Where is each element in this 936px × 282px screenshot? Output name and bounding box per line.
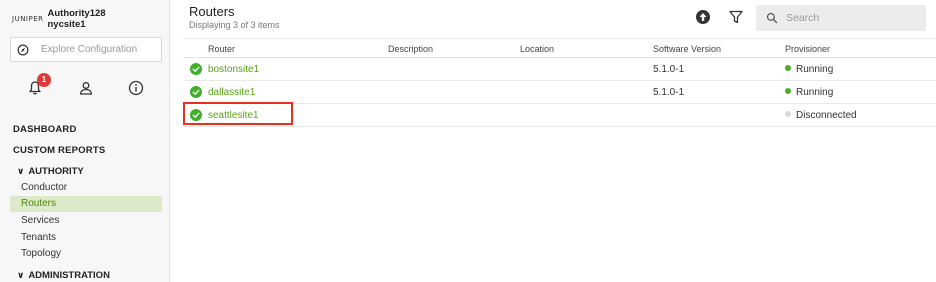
provisioner-status: Running	[785, 87, 833, 98]
provisioner-status: Disconnected	[785, 110, 857, 121]
check-circle-icon	[190, 109, 202, 121]
routers-table: Router Description Location Software Ver…	[183, 38, 936, 127]
user-icon[interactable]	[78, 80, 94, 96]
brand-text: Authority128 nycsite1	[48, 8, 106, 30]
column-header-description[interactable]: Description	[388, 44, 433, 54]
upload-icon[interactable]	[695, 9, 711, 25]
sidebar-item-conductor[interactable]: Conductor	[10, 180, 162, 196]
sidebar: JUNIPER Authority128 nycsite1 Explore Co…	[0, 0, 170, 282]
chevron-down-icon: ∨	[17, 166, 25, 176]
table-row[interactable]: seattlesite1 Disconnected	[183, 102, 936, 127]
status-dot-disconnected	[785, 111, 791, 117]
software-version: 5.1.0-1	[653, 87, 685, 98]
status-text: Running	[796, 87, 834, 98]
sidebar-item-tenants[interactable]: Tenants	[10, 230, 162, 246]
brand: JUNIPER Authority128 nycsite1	[12, 8, 106, 30]
table-row[interactable]: dallassite1 5.1.0-1 Running	[183, 81, 936, 104]
filter-icon[interactable]	[728, 9, 744, 25]
check-circle-icon	[190, 63, 202, 75]
chevron-down-icon: ∨	[17, 270, 25, 280]
column-header-software-version[interactable]: Software Version	[653, 44, 721, 54]
compass-icon	[17, 44, 29, 55]
status-dot-running	[785, 88, 791, 94]
table-header: Router Description Location Software Ver…	[183, 38, 936, 58]
nav-administration-label: ADMINISTRATION	[28, 270, 110, 281]
column-header-router[interactable]: Router	[208, 44, 235, 54]
site-name: nycsite1	[47, 19, 86, 30]
status-text: Running	[796, 64, 834, 75]
nav-authority-label: AUTHORITY	[28, 166, 84, 177]
authority-name: Authority128	[47, 8, 106, 19]
status-text: Disconnected	[796, 110, 857, 121]
status-dot-running	[785, 65, 791, 71]
router-link[interactable]: dallassite1	[208, 87, 255, 98]
nav-authority-section[interactable]: ∨ AUTHORITY	[17, 166, 84, 177]
main-content: Routers Displaying 3 of 3 items Search R…	[183, 0, 936, 282]
table-row[interactable]: bostonsite1 5.1.0-1 Running	[183, 58, 936, 81]
search-placeholder: Search	[786, 12, 820, 24]
page-title: Routers	[189, 4, 235, 19]
explore-configuration-label: Explore Configuration	[41, 44, 138, 55]
app: JUNIPER Authority128 nycsite1 Explore Co…	[0, 0, 936, 282]
sidebar-item-topology[interactable]: Topology	[10, 246, 162, 262]
sidebar-icon-row: 1	[0, 73, 170, 100]
sidebar-item-services[interactable]: Services	[10, 213, 162, 229]
software-version: 5.1.0-1	[653, 64, 685, 75]
router-link[interactable]: bostonsite1	[208, 64, 259, 75]
search-input[interactable]: Search	[756, 5, 926, 31]
search-icon	[766, 12, 778, 24]
juniper-logo: JUNIPER	[12, 15, 44, 23]
router-link[interactable]: seattlesite1	[208, 110, 259, 121]
column-header-location[interactable]: Location	[520, 44, 554, 54]
nav-custom-reports[interactable]: CUSTOM REPORTS	[13, 145, 105, 156]
column-header-provisioner[interactable]: Provisioner	[785, 44, 830, 54]
nav-dashboard[interactable]: DASHBOARD	[13, 124, 77, 135]
check-circle-icon	[190, 86, 202, 98]
info-icon[interactable]	[128, 80, 144, 96]
notification-badge: 1	[37, 73, 51, 87]
nav-administration-section[interactable]: ∨ ADMINISTRATION	[17, 270, 110, 281]
page-subtitle: Displaying 3 of 3 items	[189, 20, 280, 30]
sidebar-item-routers[interactable]: Routers	[10, 196, 162, 212]
provisioner-status: Running	[785, 64, 833, 75]
explore-configuration-button[interactable]: Explore Configuration	[10, 37, 162, 62]
